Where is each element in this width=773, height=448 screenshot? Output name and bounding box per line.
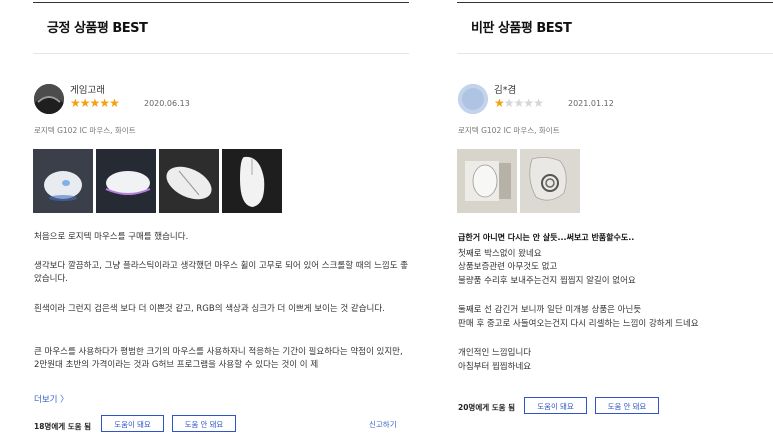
product-option: 로지텍 G102 IC 마우스, 화이트 — [458, 126, 560, 135]
review-text: 불량품 수리후 보내주는건지 찝찝지 알길이 없어요 — [458, 276, 636, 286]
section-title: 긍정 상품평 BEST — [47, 21, 148, 36]
avatar-image — [34, 84, 64, 114]
review-photos — [457, 149, 580, 213]
star-icon: ★ — [99, 96, 110, 110]
section-top-border — [33, 2, 409, 3]
review-text: 생각보다 깔끔하고, 그냥 플라스틱이라고 생각했던 마우스 휠이 고무로 되어… — [34, 261, 409, 284]
star-icon: ★ — [89, 96, 101, 110]
star-rating: ★★★★★ — [494, 96, 544, 110]
section-divider — [457, 53, 773, 54]
star-icon: ★ — [494, 96, 505, 110]
review-photo[interactable] — [222, 149, 282, 213]
helpful-yes-button[interactable]: 도움이 돼요 — [101, 415, 164, 432]
helpful-no-button[interactable]: 도움 안 돼요 — [595, 397, 659, 414]
helpful-count: 20명에게 도움 됨 — [458, 403, 516, 412]
review-text: 둘째로 선 감긴거 보니까 일단 미개봉 상품은 아닌듯 — [458, 305, 642, 315]
review-date: 2020.06.13 — [144, 99, 190, 108]
review-photo[interactable] — [457, 149, 517, 213]
review-text: 흰색이라 그런지 검은색 보다 더 이쁜것 같고, RGB의 색상과 싱크가 더… — [34, 304, 385, 314]
review-photos — [33, 149, 282, 213]
product-option: 로지텍 G102 IC 마우스, 화이트 — [34, 126, 136, 135]
review-photo[interactable] — [33, 149, 93, 213]
review-text: 개인적인 느낌입니다 — [458, 348, 532, 358]
star-icon: ★ — [79, 96, 91, 110]
helpful-yes-button[interactable]: 도움이 돼요 — [524, 397, 587, 414]
review-date: 2021.01.12 — [568, 99, 614, 108]
section-top-border — [457, 2, 773, 3]
review-photo[interactable] — [159, 149, 219, 213]
review-text: 상품보증관련 아무것도 없고 — [458, 262, 558, 272]
star-rating: ★★★★★ — [70, 96, 120, 110]
review-text: 아침부터 찝찝하네요 — [458, 362, 532, 372]
helpful-count: 18명에게 도움 됨 — [34, 422, 92, 431]
review-text: 첫째로 박스없이 왔네요 — [458, 249, 542, 259]
helpful-no-button[interactable]: 도움 안 돼요 — [172, 415, 236, 432]
star-icon: ★ — [513, 96, 525, 110]
reviewer-nickname: 김*겸 — [494, 85, 517, 96]
star-icon: ★ — [70, 96, 81, 110]
read-more-link[interactable]: 더보기 〉 — [34, 393, 69, 405]
review-photo[interactable] — [520, 149, 580, 213]
avatar-image — [458, 84, 488, 114]
review-text: 처음으로 로지텍 마우스를 구매를 했습니다. — [34, 232, 189, 242]
avatar — [34, 84, 64, 114]
star-icon: ★ — [503, 96, 515, 110]
reviewer-nickname: 게임고래 — [70, 85, 105, 96]
section-title: 비판 상품평 BEST — [471, 21, 572, 36]
avatar — [458, 84, 488, 114]
star-icon: ★ — [523, 96, 534, 110]
star-icon: ★ — [533, 96, 544, 110]
section-divider — [33, 53, 409, 54]
review-headline: 급한거 아니면 다시는 안 살듯...써보고 반품할수도.. — [458, 233, 635, 242]
review-text: 판매 후 중고로 사들여오는건지 다시 리셀하는 느낌이 강하게 드네요 — [458, 319, 699, 329]
review-text: 큰 마우스를 사용하다가 평범한 크기의 마우스를 사용하자니 적응하는 기간이… — [34, 347, 403, 370]
review-photo[interactable] — [96, 149, 156, 213]
report-link[interactable]: 신고하기 — [369, 419, 397, 430]
star-icon: ★ — [109, 96, 120, 110]
